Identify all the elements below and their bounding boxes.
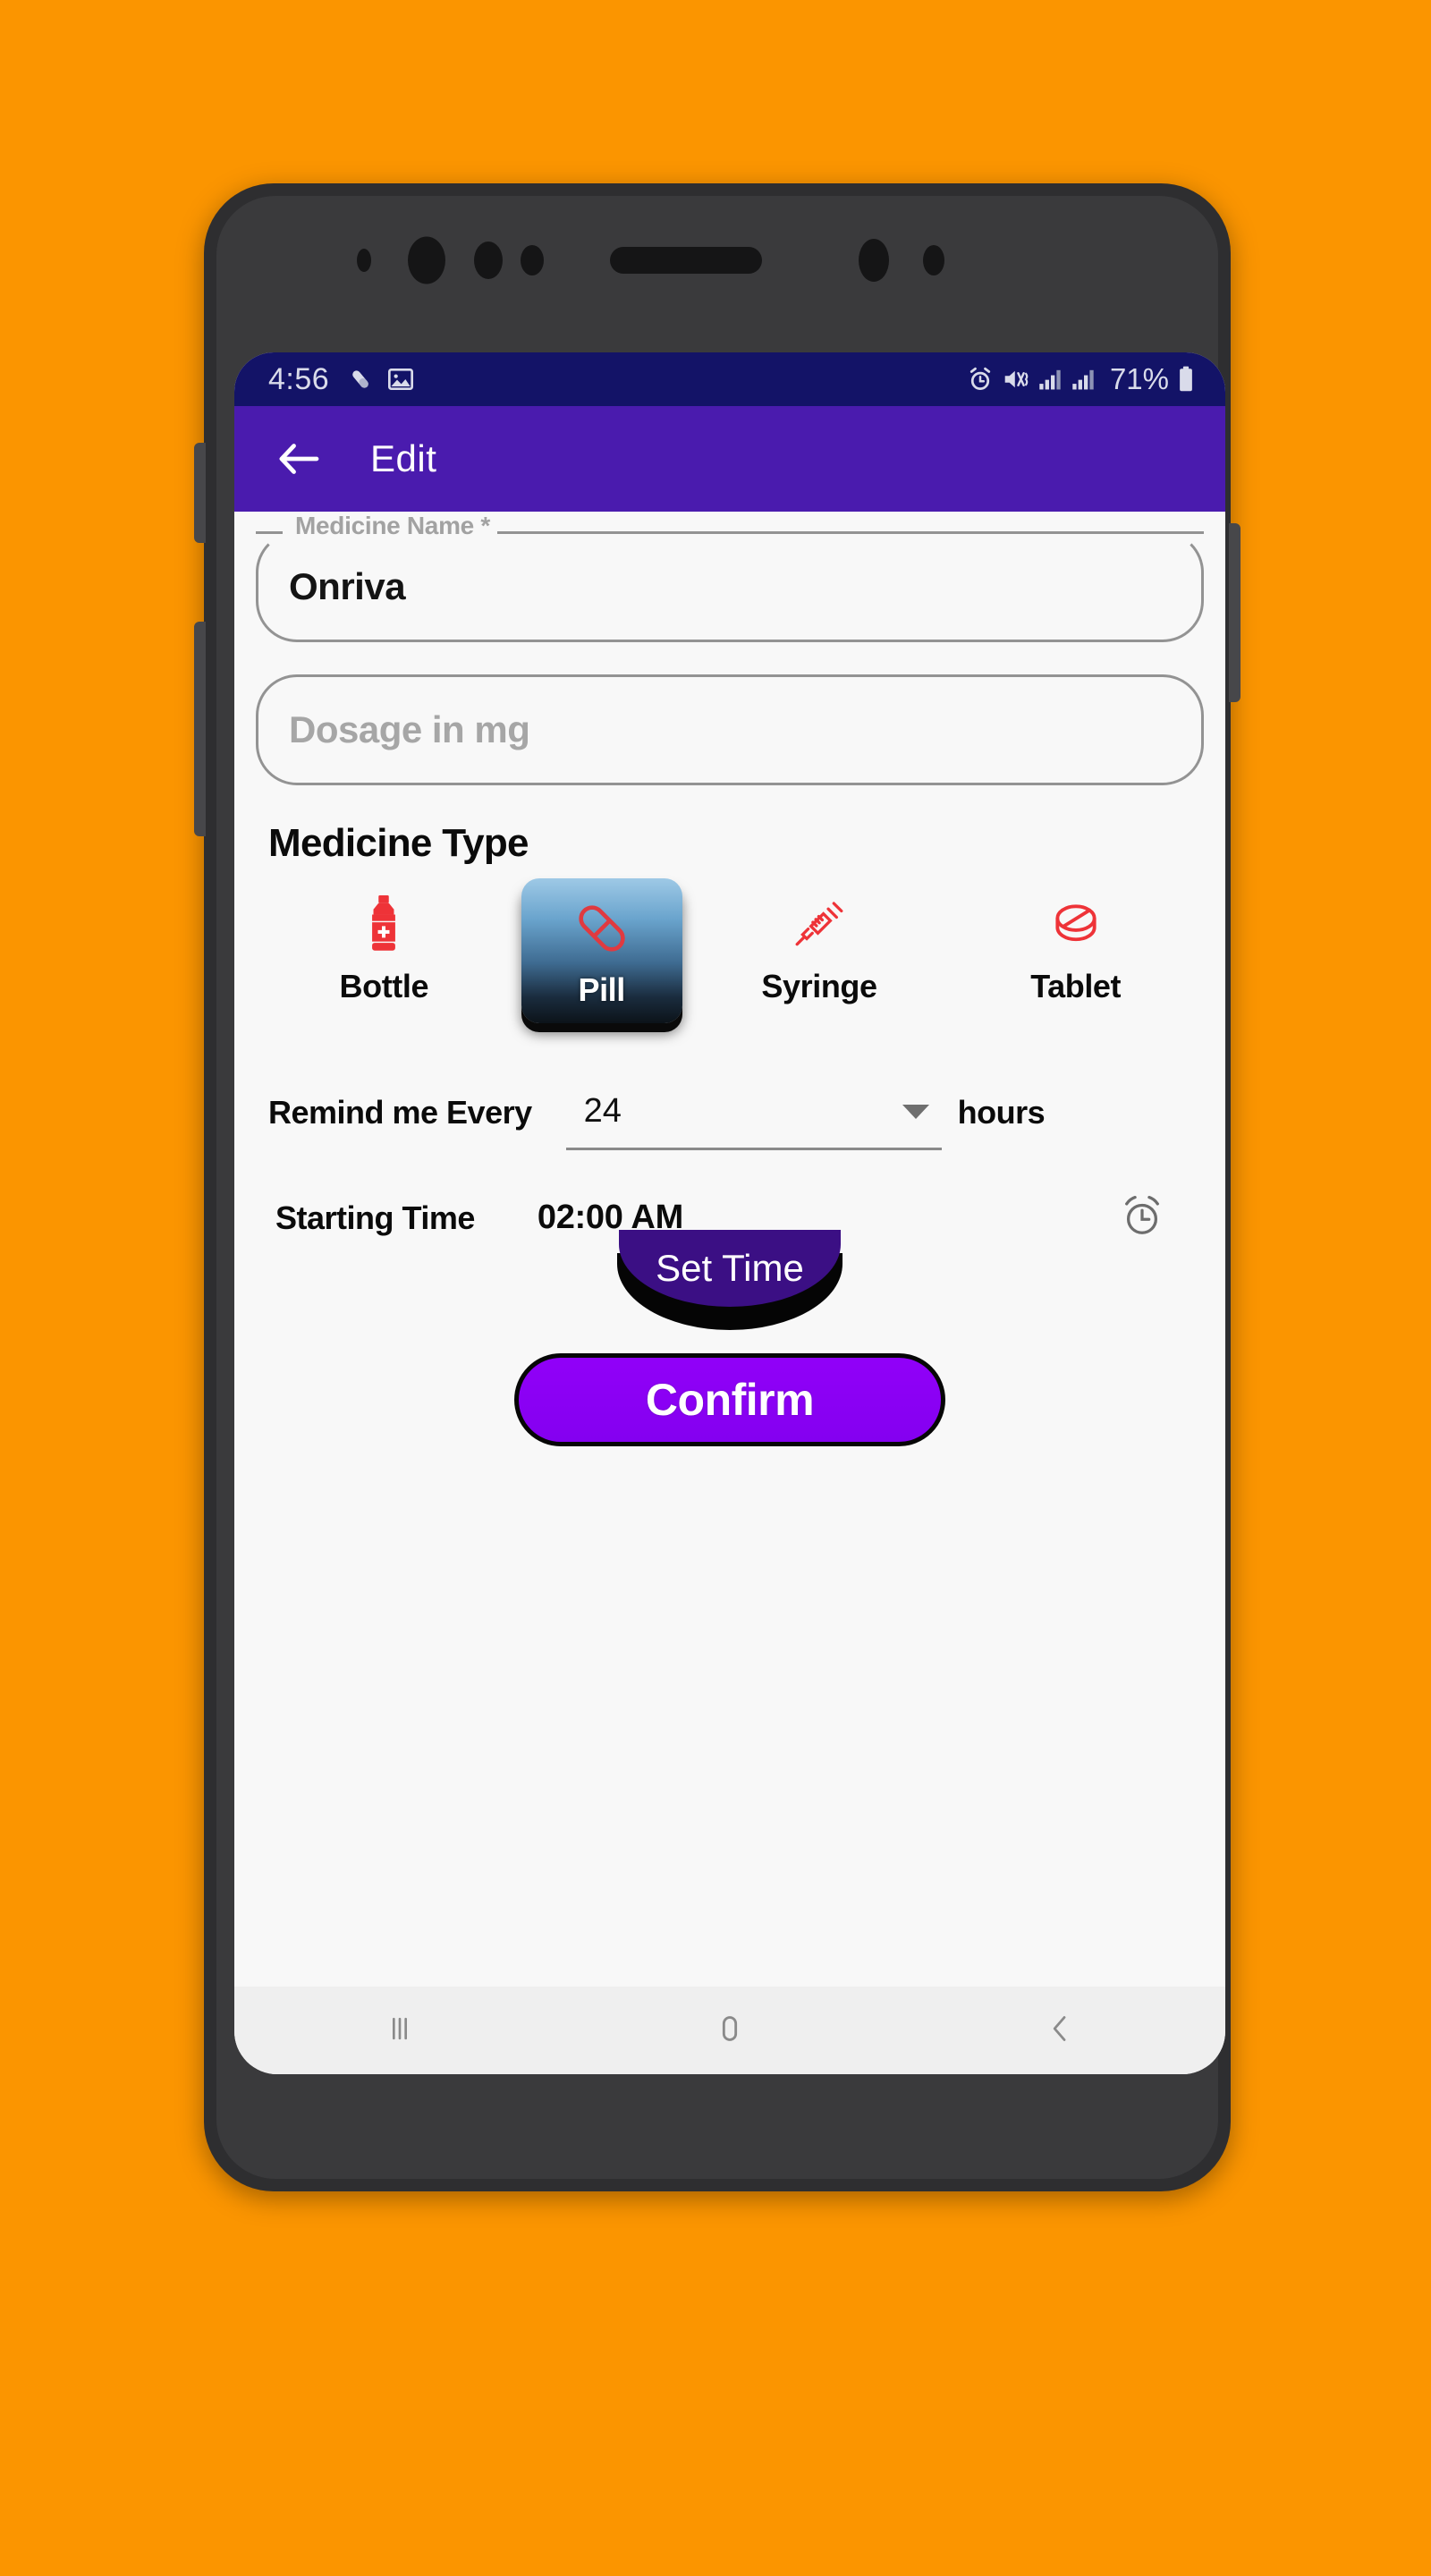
set-time-button-wrap: Set Time <box>256 1230 1204 1330</box>
front-camera-icon <box>408 236 445 284</box>
medicine-type-option-bottle[interactable]: Bottle <box>256 878 512 1005</box>
form-content: Onriva Medicine Name * Dosage in mg Medi… <box>234 512 1225 1987</box>
app-bar: Edit <box>234 406 1225 512</box>
back-chevron-icon <box>1042 2011 1078 2051</box>
medicine-name-input[interactable]: Onriva <box>256 531 1204 642</box>
confirm-button-wrap: Confirm <box>256 1353 1204 1446</box>
chevron-down-icon <box>902 1104 929 1119</box>
medicine-name-value: Onriva <box>289 565 406 607</box>
remind-interval-value: 24 <box>583 1092 622 1130</box>
status-time: 4:56 <box>268 361 330 396</box>
mute-vibrate-icon <box>1002 366 1030 393</box>
medicine-name-label: Medicine Name * <box>288 512 498 540</box>
remind-unit-label: hours <box>957 1094 1046 1131</box>
medicine-type-option-tablet[interactable]: Tablet <box>947 878 1204 1005</box>
medicine-type-label: Syringe <box>761 968 877 1004</box>
phone-frame: 4:56 71% Edit Onriva Medicine Name * Dos… <box>194 183 1240 2191</box>
status-left-icons <box>347 365 415 394</box>
back-button[interactable] <box>993 1987 1127 2074</box>
phone-bezel: 4:56 71% Edit Onriva Medicine Name * Dos… <box>216 196 1225 2179</box>
medicine-type-label: Tablet <box>1030 968 1122 1004</box>
gallery-image-icon <box>386 365 415 394</box>
remind-interval-row: Remind me Every 24 hours <box>256 1075 1204 1150</box>
dosage-field-wrap: Dosage in mg <box>256 674 1204 785</box>
sensor-dot-icon <box>859 239 889 282</box>
home-button[interactable] <box>663 1987 797 2074</box>
alarm-icon <box>967 366 994 393</box>
confirm-button[interactable]: Confirm <box>514 1353 945 1446</box>
confirm-label: Confirm <box>645 1375 815 1425</box>
set-time-label: Set Time <box>656 1247 804 1289</box>
sensor-dot-icon <box>474 242 503 279</box>
remind-interval-dropdown[interactable]: 24 <box>565 1075 942 1150</box>
status-right-icons: 71% <box>967 362 1195 396</box>
back-arrow-icon[interactable] <box>275 436 322 482</box>
sensor-dot-icon <box>521 245 544 275</box>
phone-screen: 4:56 71% Edit Onriva Medicine Name * Dos… <box>234 352 1225 2074</box>
volume-up-button[interactable] <box>194 443 206 543</box>
android-nav-bar <box>234 1987 1225 2074</box>
medicine-name-field-wrap: Onriva Medicine Name * <box>256 512 1204 642</box>
signal-bars-icon-2 <box>1071 367 1097 392</box>
recents-button[interactable] <box>333 1987 467 2074</box>
dosage-placeholder: Dosage in mg <box>289 708 530 750</box>
bottle-icon <box>364 894 403 955</box>
medicine-type-label: Bottle <box>339 968 429 1004</box>
page-title: Edit <box>370 437 437 479</box>
medicine-type-option-syringe[interactable]: Syringe <box>691 878 948 1005</box>
sensor-cluster <box>216 233 1218 287</box>
medicine-type-title: Medicine Type <box>268 821 529 865</box>
home-icon <box>712 2011 748 2051</box>
pill-notification-icon <box>347 366 374 393</box>
medicine-type-option-pill[interactable]: Pill <box>521 878 682 1023</box>
syringe-icon <box>792 894 847 955</box>
sensor-dot-icon <box>923 245 944 275</box>
signal-bars-icon-1 <box>1038 367 1063 392</box>
power-button[interactable] <box>1229 523 1240 702</box>
battery-percent-label: 71% <box>1109 362 1169 395</box>
battery-icon <box>1177 366 1195 393</box>
dosage-input[interactable]: Dosage in mg <box>256 674 1204 785</box>
earpiece-speaker <box>610 247 762 274</box>
medicine-type-label: Pill <box>578 971 625 1008</box>
medicine-type-options: Bottle Pill Syringe Tablet <box>256 878 1204 1023</box>
remind-label: Remind me Every <box>268 1094 532 1131</box>
volume-down-button[interactable] <box>194 622 206 836</box>
pill-icon <box>574 898 630 959</box>
recents-icon <box>382 2011 418 2051</box>
sensor-dot-icon <box>357 249 371 272</box>
tablet-icon <box>1048 894 1104 955</box>
status-bar: 4:56 71% <box>234 352 1225 406</box>
